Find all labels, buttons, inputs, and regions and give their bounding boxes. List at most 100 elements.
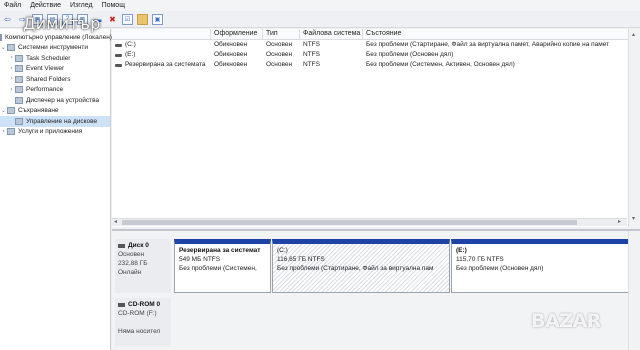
cell-status: Без проблеми (Основен дял) [366,51,454,58]
partition-size: 116,65 ГБ NTFS [277,256,325,263]
partition-status: Без проблеми (Основен дял) [456,265,544,272]
tree-item-storage[interactable]: ⌄ Съхраняване [0,106,110,117]
chevron-right-icon[interactable]: › [8,76,15,82]
chevron-right-icon[interactable]: › [0,129,7,135]
computer-icon [0,33,2,41]
column-header-status[interactable]: Състояние [363,29,640,39]
volume-icon [115,53,122,57]
cdrom-icon [118,302,125,307]
cell-status: Без проблеми (Системен, Активен, Основен… [366,61,515,68]
tree-item-task-scheduler[interactable]: › Task Scheduler [0,53,110,64]
cell-status: Без проблеми (Стартиране, Файл за виртуа… [366,41,610,48]
scroll-up-icon[interactable]: ▴ [632,31,635,38]
tree-item-label: Task Scheduler [26,54,71,62]
cell-volume: (E:) [125,51,136,58]
bazar-logo: BAZAR [531,310,601,332]
back-icon[interactable]: ⇦ [2,14,13,25]
chevron-right-icon[interactable]: › [8,55,15,61]
menu-view[interactable]: Изглед [70,2,93,9]
chevron-down-icon[interactable]: ⌄ [0,107,7,114]
folder-icon [15,75,23,83]
cell-layout: Обикновен [214,41,248,48]
partition-status: Без проблеми (Стартиране, Файл за виртуа… [277,265,434,272]
folder-icon[interactable] [137,13,148,25]
clock-icon [15,54,23,62]
partition-name: Резервирана за системат [179,247,261,254]
console-tree: Компютърно управление (Локален) ⌄ Систем… [0,29,112,350]
horizontal-scrollbar[interactable]: ◂ ▸ [112,218,627,226]
disk-state: Онлайн [118,269,142,276]
tree-item-computer-management[interactable]: Компютърно управление (Локален) [0,32,112,43]
tree-item-label: Диспечер на устройства [26,96,100,104]
partition-size: 115,70 ГБ NTFS [456,256,504,263]
delete-icon[interactable]: ✖ [107,14,118,25]
column-header-type[interactable]: Тип [263,29,300,39]
tree-item-disk-management[interactable]: Управление на дискове [0,116,110,127]
cdrom-state: Няма носител [118,328,161,335]
cell-volume: Резервирана за системата [125,61,206,68]
menu-action[interactable]: Действие [30,2,61,9]
tree-item-performance[interactable]: › Performance [0,85,110,96]
services-icon [7,128,15,136]
tree-item-system-tools[interactable]: ⌄ Системни инструменти [0,43,110,54]
tree-item-label: Системни инструменти [18,44,89,52]
scrollbar-thumb[interactable] [122,220,577,225]
table-row[interactable]: Резервирана за системата Обикновен Основ… [112,60,640,70]
disk-type: Основен [118,251,145,258]
volume-list-header: Оформление Тип Файлова система Състояние [112,29,640,40]
tree-item-event-viewer[interactable]: › Event Viewer [0,64,110,75]
tree-item-shared-folders[interactable]: › Shared Folders [0,74,110,85]
tools-icon [7,44,15,52]
cdrom-0-info[interactable]: CD-ROM 0 CD-ROM (F:) Няма носител [115,298,171,346]
menu-file[interactable]: Файл [4,2,21,9]
table-row[interactable]: (C:) Обикновен Основен NTFS Без проблеми… [112,40,640,50]
device-manager-icon [15,96,23,104]
menu-help[interactable]: Помощ [102,2,125,9]
cell-type: Основен [266,41,293,48]
cell-type: Основен [266,61,293,68]
partition-c[interactable]: (C:) 116,65 ГБ NTFS Без проблеми (Старти… [272,239,450,293]
column-header-layout[interactable]: Оформление [211,29,263,39]
chevron-right-icon[interactable]: › [8,87,15,93]
performance-icon [15,86,23,94]
partition-status: Без проблеми (Системен, [179,265,257,272]
tree-item-label: Event Viewer [26,65,65,73]
tree-item-label: Управление на дискове [26,117,98,125]
tree-item-services-apps[interactable]: › Услуги и приложения [0,127,110,138]
menu-bar: Файл Действие Изглед Помощ [0,0,640,11]
partition-size: 549 МБ NTFS [179,256,221,263]
partition-name: (C:) [277,247,288,254]
volume-icon [115,63,122,67]
volume-icon [115,43,122,47]
tree-item-device-manager[interactable]: Диспечер на устройства [0,95,110,106]
disk-icon [118,243,125,248]
cell-layout: Обикновен [214,61,248,68]
cdrom-title: CD-ROM 0 [128,301,161,308]
partition-system-reserved[interactable]: Резервирана за системат 549 МБ NTFS Без … [174,239,271,293]
tree-item-label: Performance [26,86,64,94]
disk-map-scrollbar[interactable] [628,231,640,350]
scroll-left-icon[interactable]: ◂ [114,219,117,226]
table-row[interactable]: (E:) Обикновен Основен NTFS Без проблеми… [112,50,640,60]
disk-size: 232,88 ГБ [118,260,148,267]
cell-filesystem: NTFS [303,51,320,58]
checklist-icon[interactable]: ☑ [122,13,133,25]
column-header-filesystem[interactable]: Файлова система [300,29,363,39]
disk-0-info[interactable]: Диск 0 Основен 232,88 ГБ Онлайн [115,239,171,293]
watermark-text: Димитър [23,14,101,33]
scroll-right-icon[interactable]: ▸ [618,219,621,226]
cell-layout: Обикновен [214,51,248,58]
chevron-down-icon[interactable]: ⌄ [0,44,7,51]
tree-item-label: Съхраняване [18,107,59,115]
cell-type: Основен [266,51,293,58]
cell-volume: (C:) [125,41,136,48]
magnify-icon[interactable]: ▣ [152,13,163,25]
scroll-down-icon[interactable]: ▾ [632,215,635,222]
vertical-scrollbar[interactable]: ▴ ▾ [628,29,640,227]
partition-e[interactable]: (E:) 115,70 ГБ NTFS Без проблеми (Основе… [451,239,632,293]
chevron-right-icon[interactable]: › [8,66,15,72]
event-log-icon [15,65,23,73]
tree-item-label: Услуги и приложения [18,128,83,136]
disk-management-icon [15,117,23,125]
column-header-volume[interactable] [112,29,211,39]
